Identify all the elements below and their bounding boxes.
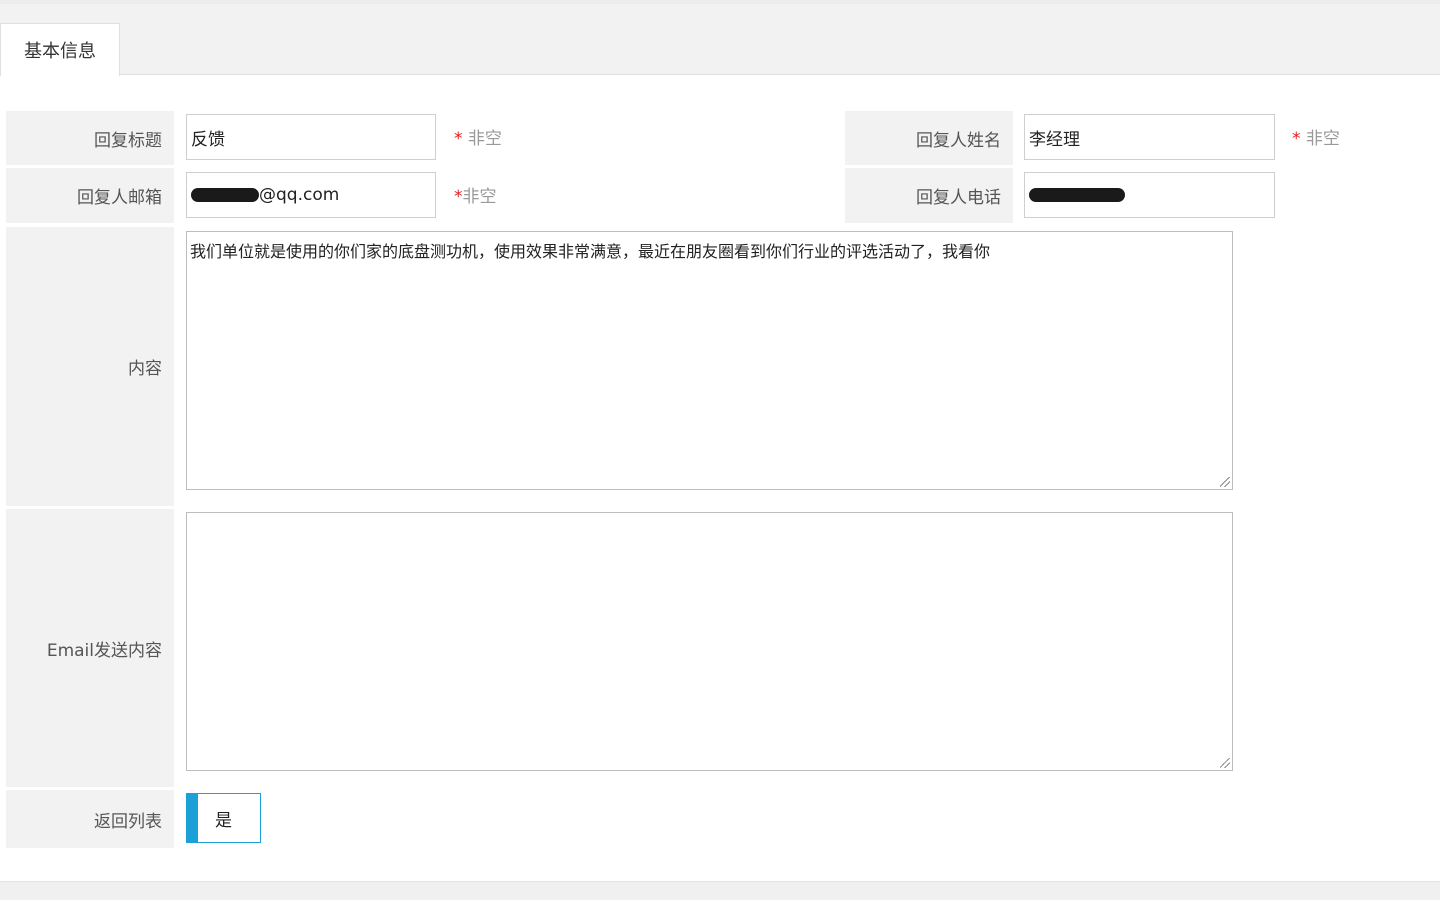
reply-email-input[interactable]: @qq.com (186, 172, 436, 218)
tab-basic-info[interactable]: 基本信息 (0, 23, 120, 76)
bottom-strip (0, 881, 1440, 900)
required-text: 非空 (1300, 129, 1340, 149)
required-star: * (454, 187, 463, 207)
content-textarea[interactable]: 我们单位就是使用的你们家的底盘测功机，使用效果非常满意，最近在朋友圈看到你们行业… (186, 231, 1233, 490)
required-star: * (1292, 129, 1301, 149)
reply-name-hint: * 非空 (1292, 124, 1340, 149)
reply-name-label: 回复人姓名 (845, 111, 1013, 165)
email-content-textarea[interactable] (186, 512, 1233, 771)
required-star: * (454, 129, 463, 149)
required-text: 非空 (462, 129, 502, 149)
reply-title-hint: * 非空 (454, 124, 502, 149)
content-text: 我们单位就是使用的你们家的底盘测功机，使用效果非常满意，最近在朋友圈看到你们行业… (190, 242, 991, 261)
return-list-label: 返回列表 (6, 790, 174, 848)
reply-email-label: 回复人邮箱 (6, 168, 174, 223)
required-text: 非空 (462, 187, 497, 207)
return-list-value: 是 (215, 810, 232, 831)
tab-bar: 基本信息 (0, 4, 1440, 76)
redacted-phone (1029, 188, 1125, 202)
email-suffix: @qq.com (259, 185, 340, 205)
reply-title-label: 回复标题 (6, 111, 174, 165)
resize-grip-icon[interactable] (1220, 758, 1230, 768)
content-label: 内容 (6, 227, 174, 506)
reply-title-input[interactable]: 反馈 (186, 114, 436, 160)
return-list-toggle[interactable]: 是 (186, 793, 261, 843)
redacted-email-prefix (191, 188, 259, 202)
reply-phone-label: 回复人电话 (845, 168, 1013, 223)
reply-phone-input[interactable] (1024, 172, 1275, 218)
resize-grip-icon[interactable] (1220, 477, 1230, 487)
reply-name-input[interactable]: 李经理 (1024, 114, 1275, 160)
reply-email-hint: *非空 (454, 182, 497, 207)
email-content-label: Email发送内容 (6, 509, 174, 787)
